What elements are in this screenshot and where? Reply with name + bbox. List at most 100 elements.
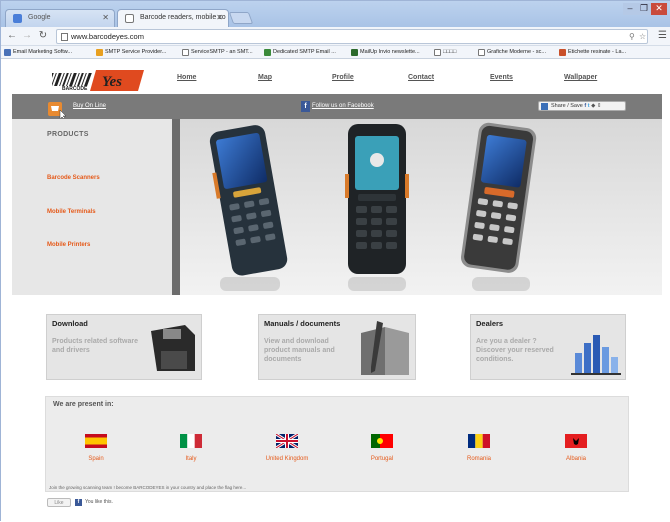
albania-flag-icon (565, 434, 587, 448)
address-text: www.barcodeyes.com (71, 32, 144, 41)
spain-flag-icon (85, 434, 107, 448)
minimize-button[interactable]: – (623, 3, 637, 15)
nav-profile[interactable]: Profile (332, 74, 354, 81)
bookmark-item[interactable]: Dedicated SMTP Email ... (263, 49, 336, 56)
nav-home[interactable]: Home (177, 74, 196, 81)
bar-graph-icon (571, 335, 621, 375)
country-portugal[interactable]: Portugal (347, 434, 417, 462)
tab-label: Google (28, 14, 51, 21)
bookmark-icon (264, 49, 271, 56)
svg-text:BARCODE: BARCODE (62, 86, 88, 92)
bookmark-item[interactable]: MailUp Invio newslette... (350, 49, 420, 56)
phone-center (345, 124, 409, 274)
download-title: Download (52, 319, 88, 328)
close-window-button[interactable]: ✕ (651, 3, 667, 15)
present-in-section: We are present in: Spain Italy United Ki… (45, 396, 629, 492)
dealers-box[interactable]: Dealers Are you a dealer ? Discover your… (470, 314, 626, 380)
shopping-cart-icon[interactable] (46, 100, 68, 118)
manuals-title: Manuals / documents (264, 319, 341, 328)
browser-toolbar: ← → ↻ www.barcodeyes.com ⚲ ☆ ☰ (1, 27, 670, 46)
facebook-icon[interactable]: f (301, 101, 310, 112)
share-save-button[interactable]: Share / Save f t ◆ ⇕ (538, 101, 626, 111)
bookmark-item[interactable]: Email Marketing Softw... (3, 49, 72, 56)
bookmark-item[interactable]: □□□□ (433, 49, 456, 56)
site-header: BARCODE Yes Home Map Profile Contact Eve… (12, 63, 662, 95)
site-logo[interactable]: BARCODE Yes (47, 67, 146, 93)
facebook-small-icon: f (584, 103, 587, 109)
dealers-title: Dealers (476, 319, 504, 328)
present-title: We are present in: (53, 401, 114, 408)
mobile-terminals-image (180, 119, 662, 295)
svg-text:Yes: Yes (102, 74, 122, 90)
download-box[interactable]: Download Products related software and d… (46, 314, 202, 380)
country-united-kingdom[interactable]: United Kingdom (252, 434, 322, 462)
new-tab-button[interactable] (228, 12, 254, 24)
menu-icon[interactable]: ☰ (658, 30, 667, 41)
romania-flag-icon (468, 434, 490, 448)
bookmark-icon (182, 49, 189, 56)
products-title: PRODUCTS (47, 131, 89, 138)
bookmark-item[interactable]: Etichette resinate - La... (558, 49, 626, 56)
tab-google[interactable]: Google ✕ (5, 9, 115, 27)
manuals-box[interactable]: Manuals / documents View and download pr… (258, 314, 416, 380)
forward-arrow-icon[interactable]: → (21, 30, 33, 41)
nav-events[interactable]: Events (490, 74, 513, 81)
more-icon: ◆ ⇕ (591, 103, 602, 109)
sidebar-link-barcode-scanners[interactable]: Barcode Scanners (47, 175, 100, 181)
bookmark-item[interactable]: SMTP Service Provider... (95, 49, 166, 56)
bookmark-icon (434, 49, 441, 56)
download-desc: Products related software and drivers (52, 338, 138, 354)
portugal-flag-icon (371, 434, 393, 448)
like-button[interactable]: Like (47, 498, 71, 507)
country-romania[interactable]: Romania (444, 434, 514, 462)
facebook-like-icon: f (75, 499, 82, 506)
close-tab-icon[interactable]: ✕ (102, 13, 109, 22)
nav-wallpaper[interactable]: Wallpaper (564, 74, 597, 81)
google-favicon-icon (13, 14, 22, 23)
documents-pen-icon (361, 321, 409, 375)
hero-banner: PRODUCTS Barcode Scanners Mobile Termina… (12, 119, 662, 295)
bookmarks-bar: Email Marketing Softw... SMTP Service Pr… (1, 46, 670, 59)
tab-strip: Google ✕ Barcode readers, mobile co ✕ – … (1, 1, 670, 27)
sidebar-link-mobile-printers[interactable]: Mobile Printers (47, 242, 90, 248)
star-icon[interactable]: ☆ (639, 32, 646, 41)
action-bar: Buy On Line f Follow us on Facebook Shar… (12, 94, 662, 119)
address-bar[interactable]: www.barcodeyes.com ⚲ ☆ (56, 29, 648, 44)
country-spain[interactable]: Spain (61, 434, 131, 462)
hero-divider (172, 119, 180, 295)
barcode-logo-icon: BARCODE Yes (47, 70, 144, 92)
page-favicon-icon (125, 14, 134, 23)
back-arrow-icon[interactable]: ← (6, 30, 18, 41)
italy-flag-icon (180, 434, 202, 448)
uk-flag-icon (276, 434, 298, 448)
sidebar-link-mobile-terminals[interactable]: Mobile Terminals (47, 209, 96, 215)
dealers-desc: Are you a dealer ? Discover your reserve… (476, 338, 554, 363)
bookmark-item[interactable]: ServiceSMTP - an SMT... (181, 49, 253, 56)
reload-icon[interactable]: ↻ (37, 30, 49, 41)
twitter-icon: t (587, 103, 590, 109)
bookmark-icon (4, 49, 11, 56)
floppy-disk-icon (151, 325, 195, 371)
browser-window: Google ✕ Barcode readers, mobile co ✕ – … (0, 0, 670, 522)
buy-online-link[interactable]: Buy On Line (73, 103, 106, 109)
facebook-follow-link[interactable]: Follow us on Facebook (312, 103, 374, 109)
country-italy[interactable]: Italy (156, 434, 226, 462)
bookmark-icon (96, 49, 103, 56)
nav-contact[interactable]: Contact (408, 74, 434, 81)
products-sidebar: PRODUCTS Barcode Scanners Mobile Termina… (12, 119, 172, 295)
web-page: BARCODE Yes Home Map Profile Contact Eve… (1, 59, 670, 522)
join-text: Join the growing scanning team ! become … (49, 485, 247, 490)
like-text: You like this. (85, 499, 113, 505)
bookmark-icon (351, 49, 358, 56)
close-tab-icon[interactable]: ✕ (216, 13, 223, 22)
page-icon (61, 33, 68, 41)
maximize-button[interactable]: ❐ (637, 3, 651, 15)
nav-map[interactable]: Map (258, 74, 272, 81)
country-albania[interactable]: Albania (541, 434, 611, 462)
tab-barcodeyes[interactable]: Barcode readers, mobile co ✕ (117, 9, 229, 27)
bookmark-item[interactable]: Grafiche Moderne - sc... (477, 49, 546, 56)
tab-label: Barcode readers, mobile co (140, 14, 226, 21)
search-icon[interactable]: ⚲ (629, 32, 635, 41)
bookmark-icon (478, 49, 485, 56)
bookmark-icon (559, 49, 566, 56)
